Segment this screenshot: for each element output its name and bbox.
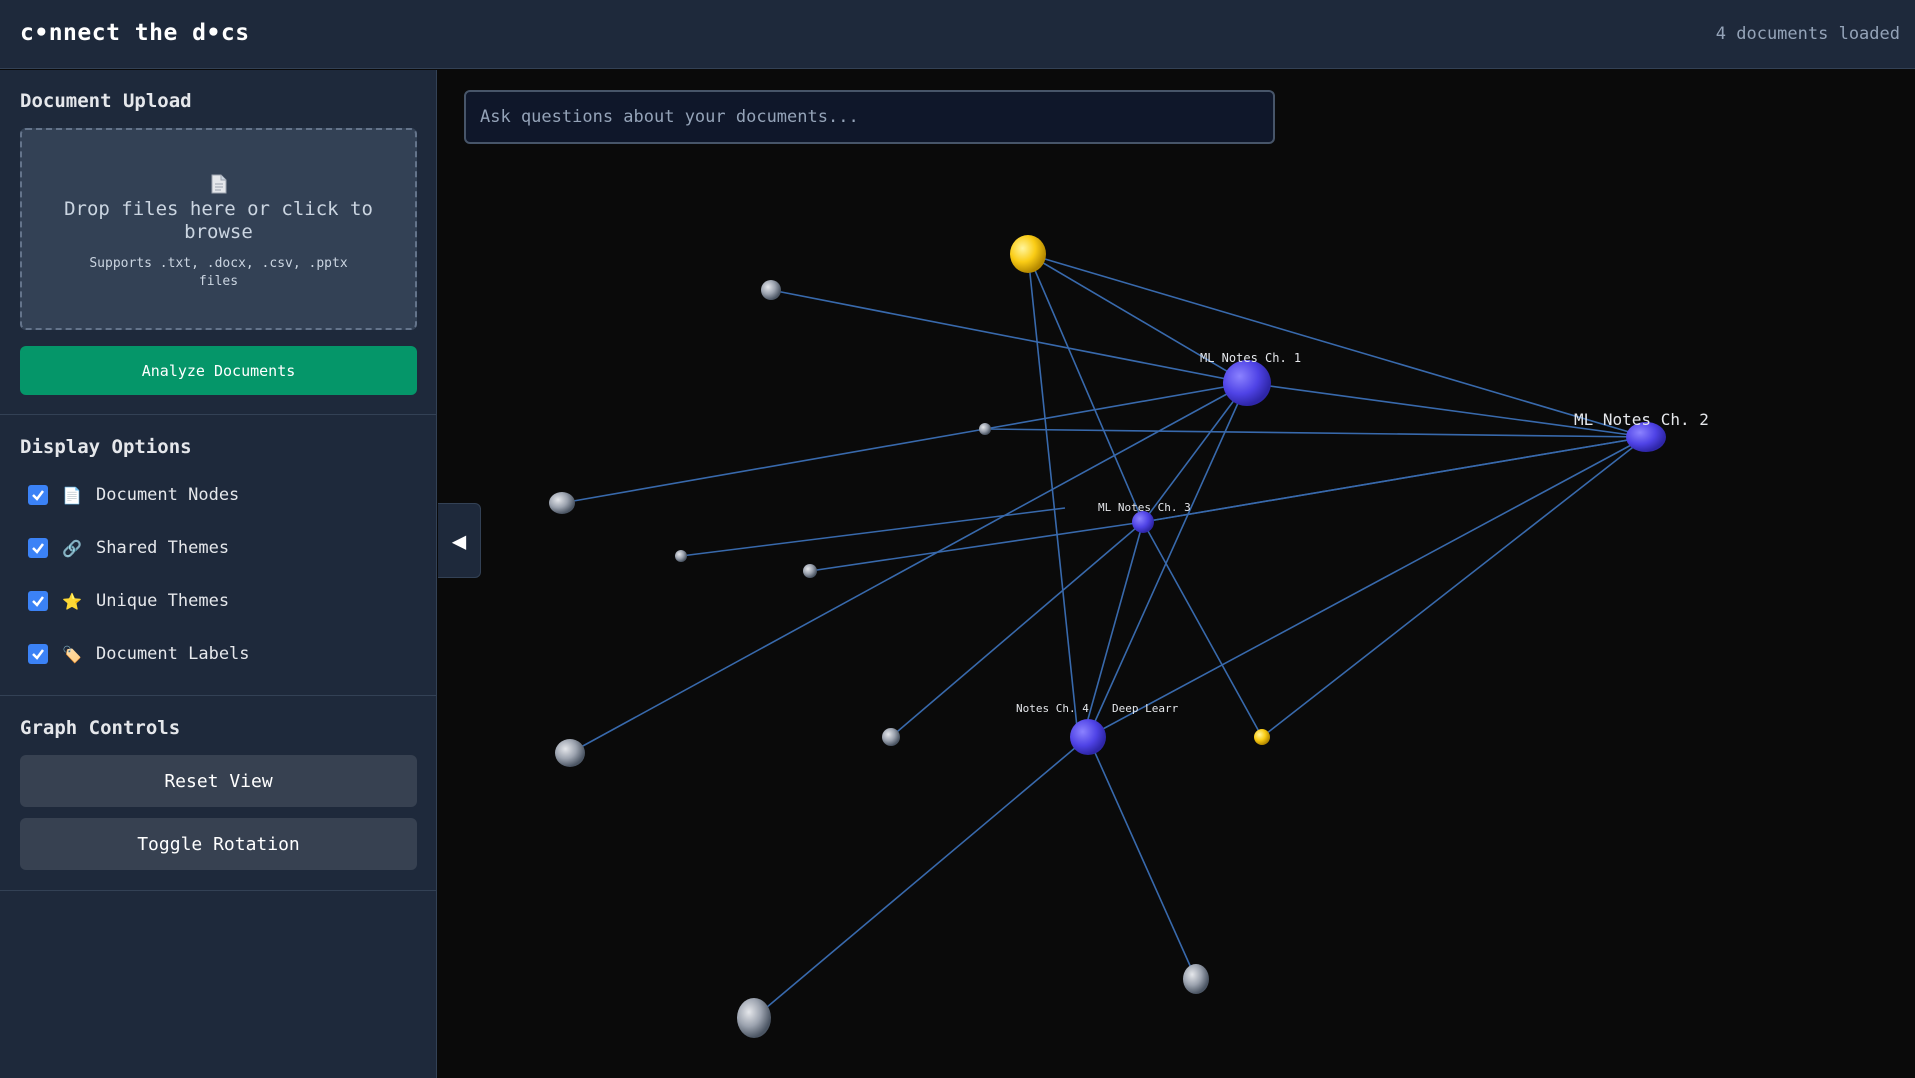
graph-edge bbox=[1142, 436, 1647, 523]
chevron-left-icon: ◀ bbox=[451, 526, 467, 555]
knowledge-graph[interactable]: ML Notes Ch. 1 ML Notes Ch. 2 ML Notes C… bbox=[438, 70, 1915, 1078]
graph-edge bbox=[561, 428, 986, 504]
option-document-labels[interactable]: 🏷️ Document Labels bbox=[28, 642, 250, 666]
shared-theme-node[interactable] bbox=[803, 564, 817, 578]
document-nodes-checkbox[interactable] bbox=[28, 485, 48, 505]
documents-loaded-status: 4 documents loaded bbox=[1715, 24, 1900, 44]
graph-edge bbox=[1027, 253, 1144, 523]
unique-themes-checkbox[interactable] bbox=[28, 591, 48, 611]
graph-edge bbox=[1087, 736, 1197, 980]
graph-edge bbox=[569, 382, 1248, 754]
upload-section-title: Document Upload bbox=[20, 90, 192, 112]
dropzone-instructions: Drop files here or click to browse bbox=[64, 198, 373, 243]
graph-edge bbox=[984, 382, 1248, 430]
option-unique-themes[interactable]: ⭐ Unique Themes bbox=[28, 589, 229, 613]
option-document-nodes[interactable]: 📄 Document Nodes bbox=[28, 483, 239, 507]
option-label: Unique Themes bbox=[96, 591, 230, 611]
document-node-ch4[interactable] bbox=[1070, 719, 1106, 755]
graph-controls-title: Graph Controls bbox=[20, 717, 181, 739]
document-node-ch3[interactable] bbox=[1132, 511, 1154, 533]
shared-theme-node[interactable] bbox=[549, 492, 575, 514]
sidebar: Document Upload Drop files here or click… bbox=[0, 70, 437, 1078]
graph-edge bbox=[770, 289, 1248, 384]
graph-edge bbox=[1027, 253, 1079, 738]
display-options-title: Display Options bbox=[20, 436, 192, 458]
reset-view-button[interactable]: Reset View bbox=[20, 755, 417, 807]
document-icon bbox=[22, 174, 415, 199]
upload-section: Document Upload Drop files here or click… bbox=[0, 70, 436, 415]
graph-edge bbox=[1261, 436, 1647, 738]
unique-theme-nodes bbox=[1010, 235, 1270, 745]
option-shared-themes[interactable]: 🔗 Shared Themes bbox=[28, 536, 229, 560]
graph-edge bbox=[680, 507, 1066, 557]
unique-theme-node[interactable] bbox=[1010, 235, 1046, 273]
shared-theme-node[interactable] bbox=[1183, 964, 1209, 994]
shared-theme-node[interactable] bbox=[675, 550, 687, 562]
document-icon: 📄 bbox=[62, 485, 82, 505]
document-labels-checkbox[interactable] bbox=[28, 644, 48, 664]
option-label: Shared Themes bbox=[96, 538, 230, 558]
display-options-section: Display Options 📄 Document Nodes 🔗 Share… bbox=[0, 416, 436, 696]
unique-theme-node[interactable] bbox=[1254, 729, 1270, 745]
document-label-deep-learning: Deep Learr bbox=[1112, 702, 1179, 715]
graph-edge bbox=[1087, 382, 1248, 738]
document-node-ch1[interactable] bbox=[1223, 360, 1271, 406]
graph-edges bbox=[561, 253, 1647, 1019]
shared-theme-node[interactable] bbox=[737, 998, 771, 1038]
shared-theme-node[interactable] bbox=[882, 728, 900, 746]
tag-icon: 🏷️ bbox=[62, 644, 82, 664]
graph-controls-section: Graph Controls Reset View Toggle Rotatio… bbox=[0, 697, 436, 891]
star-icon: ⭐ bbox=[62, 591, 82, 611]
shared-theme-node[interactable] bbox=[761, 280, 781, 300]
document-label-ch4: Notes Ch. 4 bbox=[1016, 702, 1089, 715]
graph-canvas-area[interactable]: ML Notes Ch. 1 ML Notes Ch. 2 ML Notes C… bbox=[438, 70, 1915, 1078]
file-dropzone[interactable]: Drop files here or click to browse Suppo… bbox=[20, 128, 417, 330]
document-label-ch3: ML Notes Ch. 3 bbox=[1098, 501, 1191, 514]
graph-edge bbox=[984, 428, 1647, 438]
shared-theme-node[interactable] bbox=[555, 739, 585, 767]
top-bar: c•nnect the d•cs 4 documents loaded bbox=[0, 0, 1915, 69]
option-label: Document Labels bbox=[96, 644, 250, 664]
graph-edge bbox=[1087, 436, 1647, 738]
document-label-ch1: ML Notes Ch. 1 bbox=[1200, 351, 1301, 365]
shared-theme-node[interactable] bbox=[979, 423, 991, 435]
shared-themes-checkbox[interactable] bbox=[28, 538, 48, 558]
option-label: Document Nodes bbox=[96, 485, 240, 505]
app-logo: c•nnect the d•cs bbox=[20, 20, 250, 46]
graph-edge bbox=[753, 736, 1089, 1019]
document-label-ch2: ML Notes Ch. 2 bbox=[1574, 410, 1709, 429]
document-question-input[interactable] bbox=[464, 90, 1275, 144]
toggle-rotation-button[interactable]: Toggle Rotation bbox=[20, 818, 417, 870]
shared-theme-nodes bbox=[549, 280, 1209, 1038]
analyze-documents-button[interactable]: Analyze Documents bbox=[20, 346, 417, 395]
collapse-sidebar-button[interactable]: ◀ bbox=[438, 503, 481, 578]
graph-edge bbox=[1027, 253, 1647, 438]
link-icon: 🔗 bbox=[62, 538, 82, 558]
supported-formats: Supports .txt, .docx, .csv, .pptx files bbox=[89, 256, 348, 289]
